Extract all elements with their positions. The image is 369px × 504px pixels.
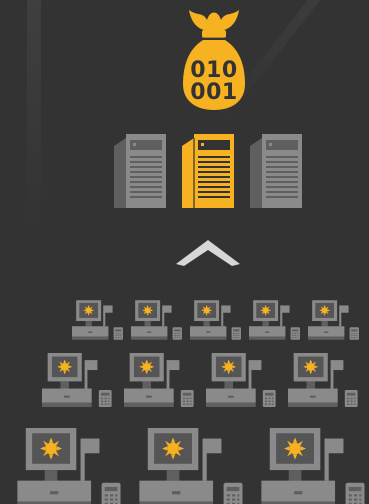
pos-terminal-icon [261, 428, 365, 504]
pos-terminal-icon [131, 300, 182, 340]
binary-line: 001 [190, 80, 238, 105]
chevron-up-icon [176, 240, 240, 266]
server-tower-icon [250, 134, 302, 208]
background-stripe [27, 0, 41, 230]
pos-terminal-icon [72, 300, 123, 340]
server-tower-icon [114, 134, 166, 208]
pos-terminal-icon [249, 300, 300, 340]
binary-line: 010 [190, 58, 238, 83]
pos-terminal-icon [139, 428, 243, 504]
server-tower-icon [182, 134, 234, 208]
pos-terminal-icon [308, 300, 359, 340]
illustration-canvas: 010 001 [0, 0, 369, 504]
pos-terminal-icon [123, 353, 194, 407]
pos-terminal-icon [205, 353, 276, 407]
pos-terminal-icon [287, 353, 358, 407]
pos-terminal-icon [41, 353, 112, 407]
pos-terminal-icon [190, 300, 241, 340]
pos-terminal-icon [17, 428, 121, 504]
binary-label: 010 001 [182, 60, 246, 104]
